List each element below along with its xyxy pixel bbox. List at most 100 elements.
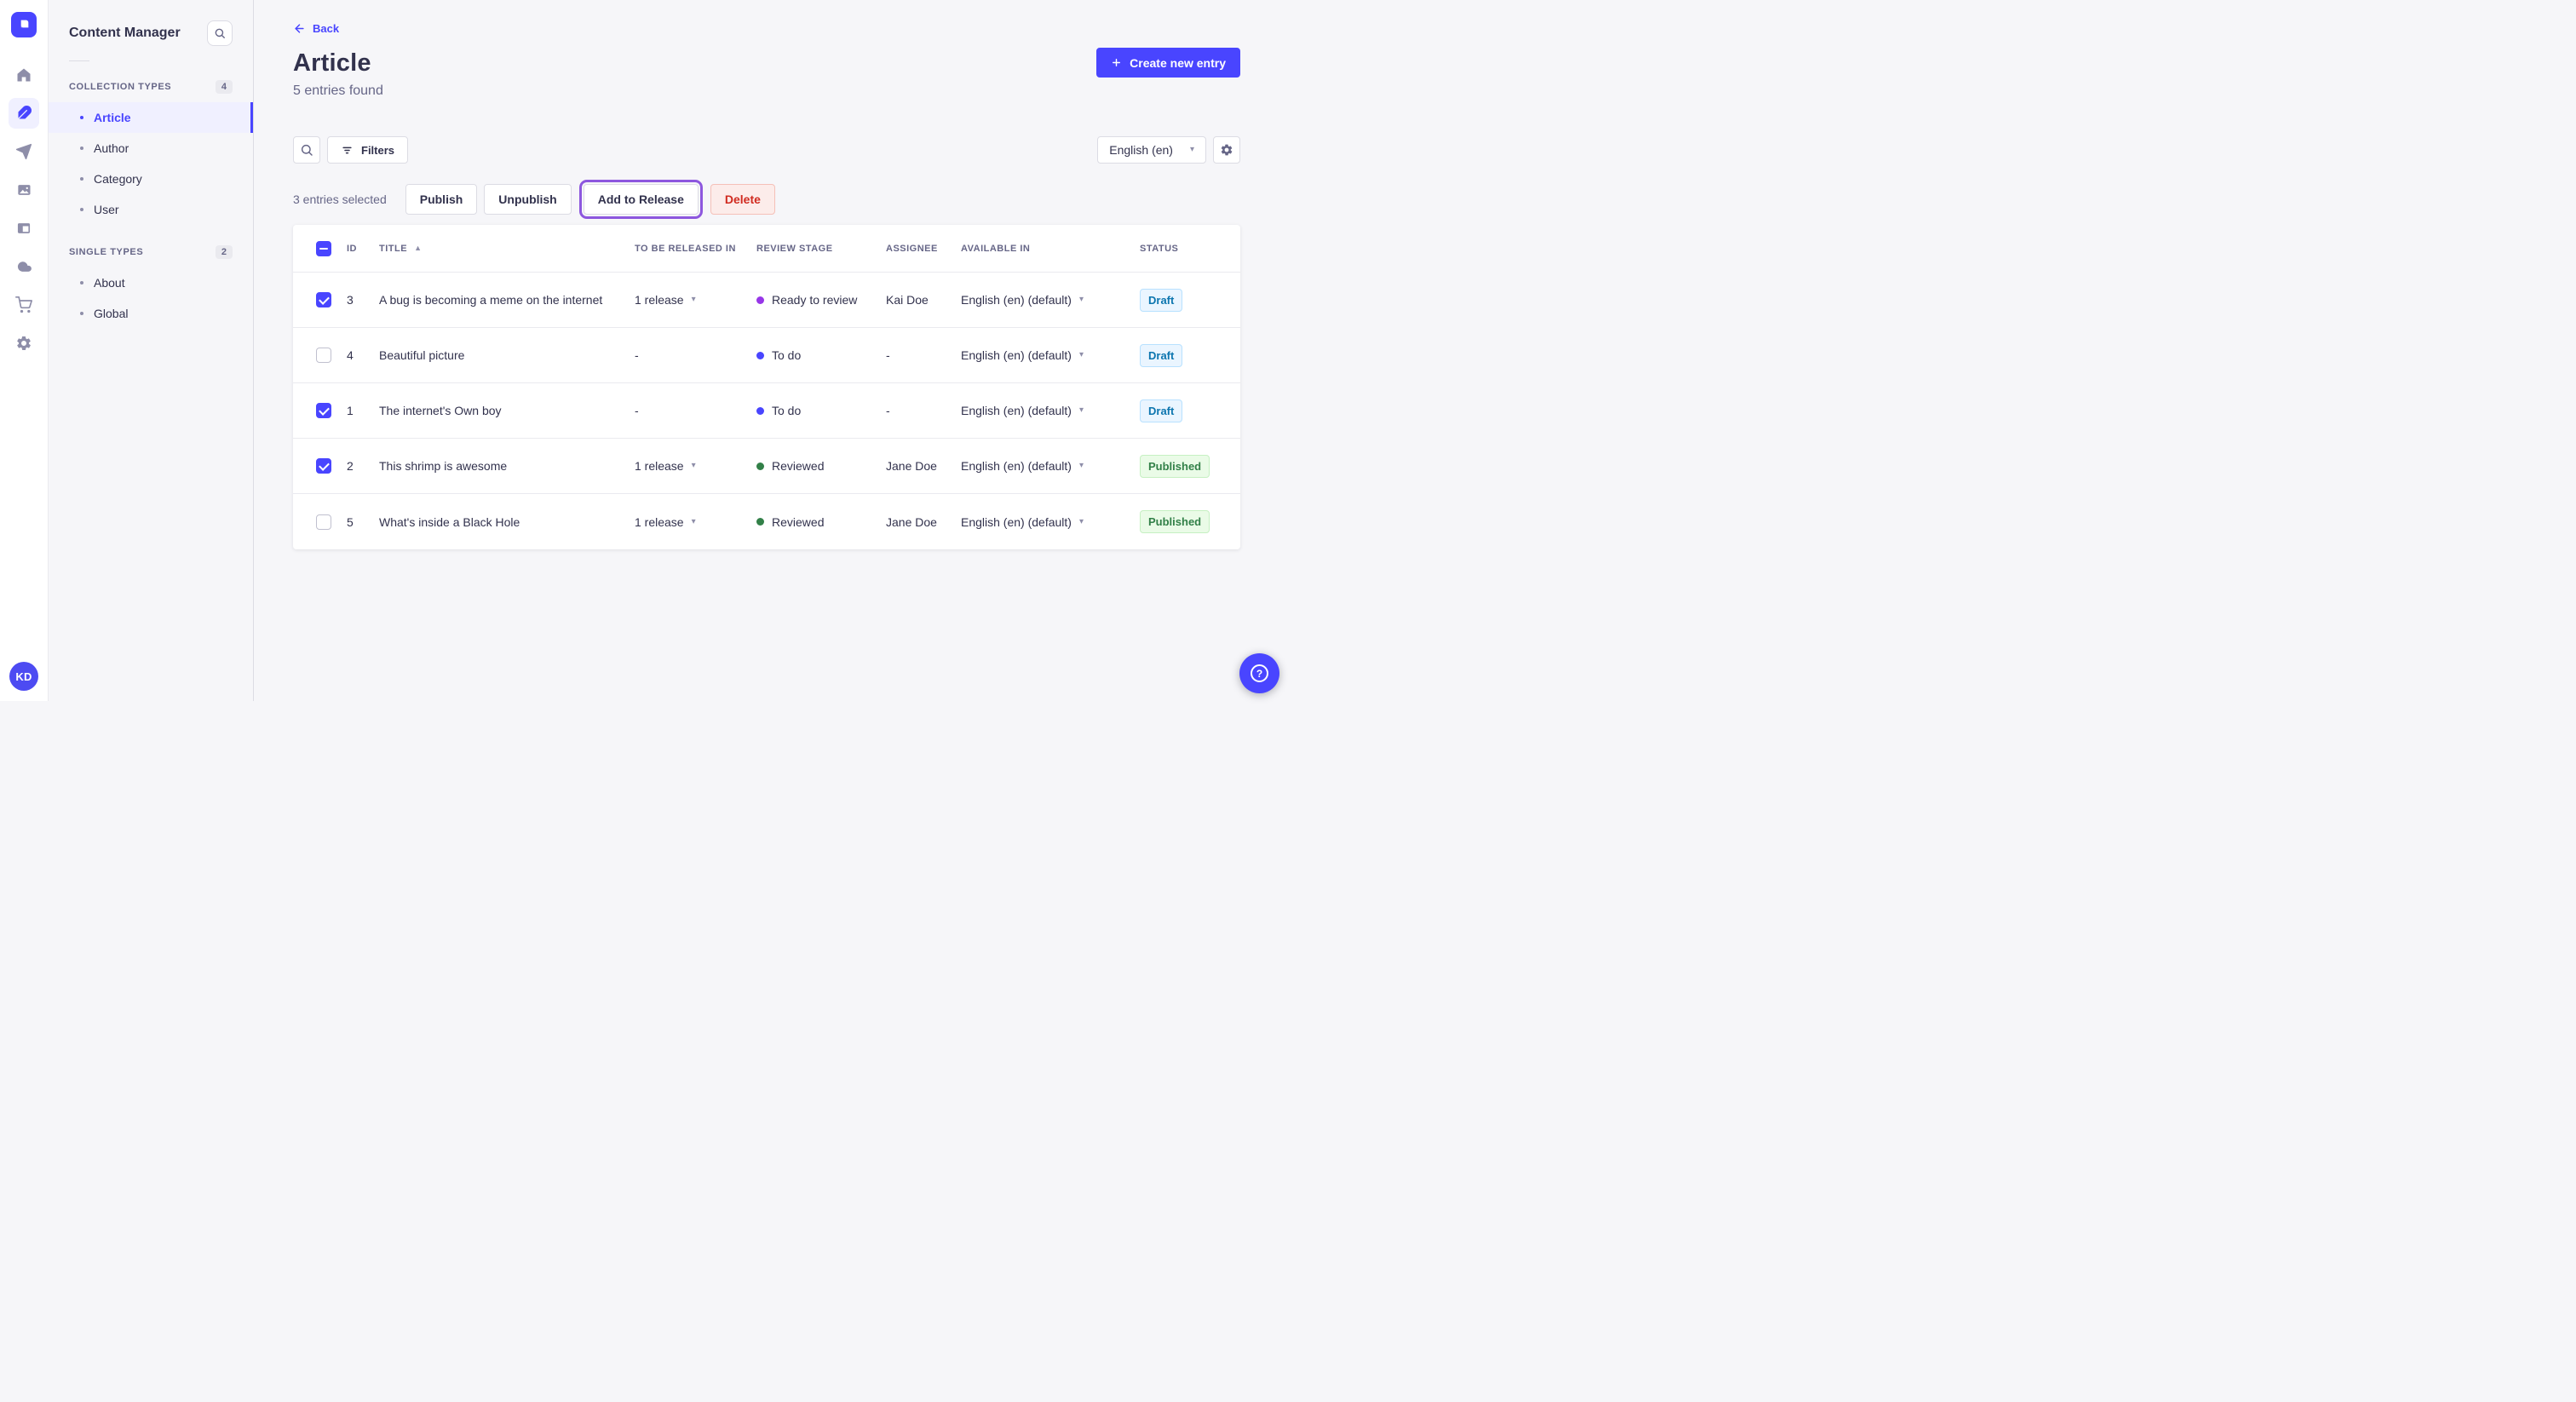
- cell-assignee: Kai Doe: [886, 293, 929, 307]
- column-header-title[interactable]: TITLE: [379, 244, 635, 254]
- strapi-logo[interactable]: [11, 12, 37, 37]
- row-checkbox[interactable]: [316, 348, 331, 363]
- cell-review-stage: To do: [756, 348, 886, 362]
- toolbar: Filters English (en): [293, 136, 1240, 164]
- table-row[interactable]: 3 A bug is becoming a meme on the intern…: [293, 273, 1240, 328]
- stage-label: Ready to review: [772, 293, 858, 307]
- filters-button[interactable]: Filters: [327, 136, 409, 164]
- paper-plane-icon[interactable]: [9, 136, 39, 167]
- stage-dot: [756, 351, 764, 359]
- single-types-section-header: SINGLE TYPES 2: [49, 237, 253, 267]
- stage-label: Reviewed: [772, 459, 825, 473]
- collection-types-count-badge: 4: [215, 80, 233, 94]
- column-header-release[interactable]: TO BE RELEASED IN: [635, 244, 756, 254]
- back-label: Back: [313, 22, 340, 35]
- sidebar-item-category[interactable]: Category: [49, 164, 253, 194]
- row-checkbox[interactable]: [316, 403, 331, 418]
- row-checkbox[interactable]: [316, 514, 331, 530]
- cell-title: Beautiful picture: [379, 348, 465, 362]
- sidebar-item-global[interactable]: Global: [49, 298, 253, 329]
- cell-title: What's inside a Black Hole: [379, 514, 520, 529]
- table-row[interactable]: 4 Beautiful picture - To do - English (e…: [293, 328, 1240, 383]
- sidebar-item-article[interactable]: Article: [49, 102, 253, 133]
- column-header-title-label: TITLE: [379, 243, 408, 254]
- stage-dot: [756, 518, 764, 526]
- cell-assignee: Jane Doe: [886, 514, 937, 529]
- release-value: -: [635, 348, 639, 362]
- sidebar-item-user[interactable]: User: [49, 194, 253, 225]
- layout-icon[interactable]: [9, 213, 39, 244]
- table-row[interactable]: 2 This shrimp is awesome 1 release Revie…: [293, 439, 1240, 494]
- delete-button[interactable]: Delete: [710, 184, 775, 215]
- release-chevron-icon: [692, 462, 696, 470]
- cell-review-stage: Ready to review: [756, 293, 886, 307]
- cloud-icon[interactable]: [9, 251, 39, 282]
- row-checkbox[interactable]: [316, 458, 331, 474]
- release-chevron-icon: [692, 296, 696, 304]
- chevron-down-icon: [1079, 296, 1084, 304]
- view-settings-button[interactable]: [1213, 136, 1240, 164]
- status-badge: Draft: [1140, 343, 1183, 367]
- add-to-release-button[interactable]: Add to Release: [578, 180, 703, 219]
- sidebar-item-label: Global: [94, 307, 129, 320]
- cell-review-stage: To do: [756, 404, 886, 417]
- sidebar-item-label: Author: [94, 141, 129, 155]
- nav-rail: KD: [0, 0, 49, 701]
- stage-label: To do: [772, 404, 802, 417]
- cell-title: The internet's Own boy: [379, 404, 502, 417]
- release-value: 1 release: [635, 459, 684, 473]
- select-all-checkbox[interactable]: [316, 240, 331, 256]
- images-icon[interactable]: [9, 175, 39, 205]
- column-header-stage[interactable]: REVIEW STAGE: [756, 244, 886, 254]
- release-value: 1 release: [635, 514, 684, 529]
- cell-available-in[interactable]: English (en) (default): [961, 348, 1140, 362]
- cell-available-in[interactable]: English (en) (default): [961, 404, 1140, 417]
- cell-release[interactable]: 1 release: [635, 515, 756, 529]
- sidebar-item-author[interactable]: Author: [49, 133, 253, 164]
- status-badge: Draft: [1140, 288, 1183, 312]
- cell-id: 1: [347, 404, 354, 417]
- column-header-status[interactable]: STATUS: [1140, 244, 1227, 254]
- stage-label: Reviewed: [772, 514, 825, 529]
- publish-button[interactable]: Publish: [405, 184, 478, 215]
- locale-select[interactable]: English (en): [1097, 136, 1206, 164]
- cell-release[interactable]: -: [635, 348, 756, 362]
- column-header-available[interactable]: AVAILABLE IN: [961, 244, 1140, 254]
- home-icon[interactable]: [9, 60, 39, 90]
- section-label: COLLECTION TYPES: [69, 82, 172, 92]
- locale-value: English (en) (default): [961, 348, 1072, 362]
- table-row[interactable]: 5 What's inside a Black Hole 1 release R…: [293, 494, 1240, 549]
- avatar[interactable]: KD: [9, 662, 38, 691]
- sort-ascending-icon: [414, 244, 422, 252]
- cell-id: 5: [347, 514, 354, 529]
- back-link[interactable]: Back: [293, 22, 339, 35]
- cell-id: 4: [347, 348, 354, 362]
- column-header-assignee[interactable]: ASSIGNEE: [886, 244, 961, 254]
- search-icon: [215, 28, 225, 38]
- gear-icon[interactable]: [9, 328, 39, 359]
- cell-release[interactable]: 1 release: [635, 293, 756, 307]
- locale-value: English (en): [1109, 143, 1173, 157]
- row-checkbox[interactable]: [316, 292, 331, 307]
- cell-available-in[interactable]: English (en) (default): [961, 293, 1140, 307]
- sidebar-item-about[interactable]: About: [49, 267, 253, 298]
- content-manager-sidebar: Content Manager COLLECTION TYPES 4 Artic…: [49, 0, 254, 701]
- cell-id: 2: [347, 459, 354, 473]
- cell-review-stage: Reviewed: [756, 459, 886, 473]
- sidebar-search-button[interactable]: [207, 20, 233, 46]
- help-button[interactable]: [1239, 653, 1279, 693]
- cell-available-in[interactable]: English (en) (default): [961, 459, 1140, 473]
- column-header-id[interactable]: ID: [347, 244, 379, 254]
- create-new-entry-button[interactable]: Create new entry: [1096, 48, 1240, 78]
- single-types-count-badge: 2: [215, 245, 233, 259]
- main-content: Back Article 5 entries found Create new …: [254, 0, 1288, 701]
- unpublish-button[interactable]: Unpublish: [484, 184, 572, 215]
- feather-icon[interactable]: [9, 98, 39, 129]
- cell-release[interactable]: 1 release: [635, 459, 756, 473]
- table-row[interactable]: 1 The internet's Own boy - To do - Engli…: [293, 383, 1240, 439]
- cart-icon[interactable]: [9, 290, 39, 320]
- cell-release[interactable]: -: [635, 404, 756, 417]
- plus-icon: [1113, 59, 1121, 66]
- table-search-button[interactable]: [293, 136, 320, 164]
- cell-available-in[interactable]: English (en) (default): [961, 515, 1140, 529]
